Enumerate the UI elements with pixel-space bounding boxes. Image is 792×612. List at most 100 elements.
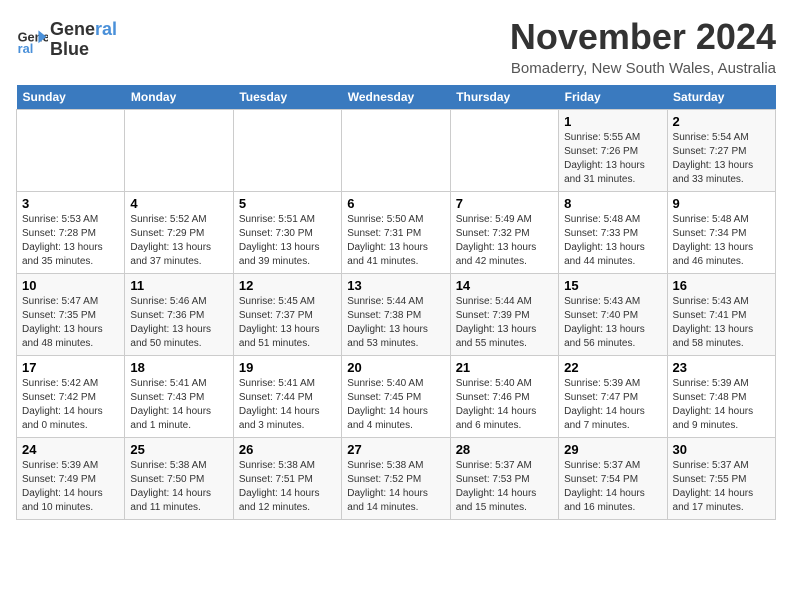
day-info: Sunrise: 5:37 AM Sunset: 7:53 PM Dayligh… xyxy=(456,459,553,515)
day-info: Sunrise: 5:49 AM Sunset: 7:32 PM Dayligh… xyxy=(456,213,553,269)
day-number: 1 xyxy=(564,114,661,129)
day-number: 7 xyxy=(456,196,553,211)
page-header: Gene ral GeneralBlue November 2024 Bomad… xyxy=(16,16,776,77)
day-info: Sunrise: 5:41 AM Sunset: 7:44 PM Dayligh… xyxy=(239,377,336,433)
day-number: 20 xyxy=(347,360,444,375)
day-number: 12 xyxy=(239,278,336,293)
day-number: 14 xyxy=(456,278,553,293)
calendar-cell xyxy=(450,110,558,192)
day-number: 9 xyxy=(673,196,770,211)
day-number: 16 xyxy=(673,278,770,293)
calendar-cell: 13 Sunrise: 5:44 AM Sunset: 7:38 PM Dayli… xyxy=(342,274,450,356)
calendar-cell: 23 Sunrise: 5:39 AM Sunset: 7:48 PM Dayli… xyxy=(667,356,775,438)
calendar-cell: 9 Sunrise: 5:48 AM Sunset: 7:34 PM Daylig… xyxy=(667,192,775,274)
calendar-cell xyxy=(17,110,125,192)
day-number: 23 xyxy=(673,360,770,375)
logo-icon: Gene ral xyxy=(16,24,48,56)
day-info: Sunrise: 5:54 AM Sunset: 7:27 PM Dayligh… xyxy=(673,131,770,187)
day-info: Sunrise: 5:42 AM Sunset: 7:42 PM Dayligh… xyxy=(22,377,119,433)
day-info: Sunrise: 5:39 AM Sunset: 7:48 PM Dayligh… xyxy=(673,377,770,433)
day-number: 24 xyxy=(22,442,119,457)
day-info: Sunrise: 5:44 AM Sunset: 7:38 PM Dayligh… xyxy=(347,295,444,351)
day-info: Sunrise: 5:48 AM Sunset: 7:33 PM Dayligh… xyxy=(564,213,661,269)
day-info: Sunrise: 5:38 AM Sunset: 7:52 PM Dayligh… xyxy=(347,459,444,515)
calendar-cell: 18 Sunrise: 5:41 AM Sunset: 7:43 PM Dayli… xyxy=(125,356,233,438)
calendar-cell: 8 Sunrise: 5:48 AM Sunset: 7:33 PM Daylig… xyxy=(559,192,667,274)
day-number: 3 xyxy=(22,196,119,211)
day-number: 13 xyxy=(347,278,444,293)
calendar-cell: 2 Sunrise: 5:54 AM Sunset: 7:27 PM Daylig… xyxy=(667,110,775,192)
calendar-table: Sunday Monday Tuesday Wednesday Thursday… xyxy=(16,85,776,520)
day-info: Sunrise: 5:43 AM Sunset: 7:40 PM Dayligh… xyxy=(564,295,661,351)
day-info: Sunrise: 5:55 AM Sunset: 7:26 PM Dayligh… xyxy=(564,131,661,187)
day-info: Sunrise: 5:44 AM Sunset: 7:39 PM Dayligh… xyxy=(456,295,553,351)
location: Bomaderry, New South Wales, Australia xyxy=(510,60,776,77)
calendar-body: 1 Sunrise: 5:55 AM Sunset: 7:26 PM Daylig… xyxy=(17,110,776,520)
day-number: 27 xyxy=(347,442,444,457)
calendar-cell: 30 Sunrise: 5:37 AM Sunset: 7:55 PM Dayli… xyxy=(667,438,775,520)
day-info: Sunrise: 5:45 AM Sunset: 7:37 PM Dayligh… xyxy=(239,295,336,351)
day-info: Sunrise: 5:52 AM Sunset: 7:29 PM Dayligh… xyxy=(130,213,227,269)
calendar-cell xyxy=(342,110,450,192)
day-number: 25 xyxy=(130,442,227,457)
day-number: 2 xyxy=(673,114,770,129)
calendar-cell: 17Sunrise: 5:42 AM Sunset: 7:42 PM Dayli… xyxy=(17,356,125,438)
day-info: Sunrise: 5:39 AM Sunset: 7:47 PM Dayligh… xyxy=(564,377,661,433)
day-number: 28 xyxy=(456,442,553,457)
day-info: Sunrise: 5:48 AM Sunset: 7:34 PM Dayligh… xyxy=(673,213,770,269)
day-info: Sunrise: 5:37 AM Sunset: 7:55 PM Dayligh… xyxy=(673,459,770,515)
calendar-cell: 19Sunrise: 5:41 AM Sunset: 7:44 PM Dayli… xyxy=(233,356,341,438)
day-number: 29 xyxy=(564,442,661,457)
day-number: 10 xyxy=(22,278,119,293)
calendar-cell: 14 Sunrise: 5:44 AM Sunset: 7:39 PM Dayli… xyxy=(450,274,558,356)
header-saturday: Saturday xyxy=(667,85,775,110)
day-info: Sunrise: 5:43 AM Sunset: 7:41 PM Dayligh… xyxy=(673,295,770,351)
day-info: Sunrise: 5:51 AM Sunset: 7:30 PM Dayligh… xyxy=(239,213,336,269)
calendar-header: Sunday Monday Tuesday Wednesday Thursday… xyxy=(17,85,776,110)
header-friday: Friday xyxy=(559,85,667,110)
header-tuesday: Tuesday xyxy=(233,85,341,110)
calendar-cell: 7 Sunrise: 5:49 AM Sunset: 7:32 PM Daylig… xyxy=(450,192,558,274)
day-number: 15 xyxy=(564,278,661,293)
day-info: Sunrise: 5:37 AM Sunset: 7:54 PM Dayligh… xyxy=(564,459,661,515)
header-thursday: Thursday xyxy=(450,85,558,110)
day-info: Sunrise: 5:40 AM Sunset: 7:46 PM Dayligh… xyxy=(456,377,553,433)
day-info: Sunrise: 5:46 AM Sunset: 7:36 PM Dayligh… xyxy=(130,295,227,351)
calendar-cell: 12 Sunrise: 5:45 AM Sunset: 7:37 PM Dayli… xyxy=(233,274,341,356)
day-info: Sunrise: 5:47 AM Sunset: 7:35 PM Dayligh… xyxy=(22,295,119,351)
svg-text:ral: ral xyxy=(18,41,34,56)
day-info: Sunrise: 5:41 AM Sunset: 7:43 PM Dayligh… xyxy=(130,377,227,433)
calendar-cell: 10 Sunrise: 5:47 AM Sunset: 7:35 PM Dayli… xyxy=(17,274,125,356)
day-info: Sunrise: 5:38 AM Sunset: 7:50 PM Dayligh… xyxy=(130,459,227,515)
calendar-cell: 11 Sunrise: 5:46 AM Sunset: 7:36 PM Dayli… xyxy=(125,274,233,356)
calendar-cell xyxy=(233,110,341,192)
day-info: Sunrise: 5:40 AM Sunset: 7:45 PM Dayligh… xyxy=(347,377,444,433)
calendar-cell: 21 Sunrise: 5:40 AM Sunset: 7:46 PM Dayli… xyxy=(450,356,558,438)
day-info: Sunrise: 5:39 AM Sunset: 7:49 PM Dayligh… xyxy=(22,459,119,515)
calendar-cell: 24 Sunrise: 5:39 AM Sunset: 7:49 PM Dayli… xyxy=(17,438,125,520)
day-number: 5 xyxy=(239,196,336,211)
calendar-cell: 4 Sunrise: 5:52 AM Sunset: 7:29 PM Daylig… xyxy=(125,192,233,274)
calendar-cell: 22Sunrise: 5:39 AM Sunset: 7:47 PM Dayli… xyxy=(559,356,667,438)
calendar-cell: 6Sunrise: 5:50 AM Sunset: 7:31 PM Daylig… xyxy=(342,192,450,274)
logo-text: GeneralBlue xyxy=(50,20,117,60)
calendar-cell: 16 Sunrise: 5:43 AM Sunset: 7:41 PM Dayli… xyxy=(667,274,775,356)
day-info: Sunrise: 5:50 AM Sunset: 7:31 PM Dayligh… xyxy=(347,213,444,269)
day-info: Sunrise: 5:38 AM Sunset: 7:51 PM Dayligh… xyxy=(239,459,336,515)
day-number: 30 xyxy=(673,442,770,457)
month-title: November 2024 xyxy=(510,16,776,58)
day-number: 11 xyxy=(130,278,227,293)
calendar-cell: 25 Sunrise: 5:38 AM Sunset: 7:50 PM Dayli… xyxy=(125,438,233,520)
calendar-cell: 27 Sunrise: 5:38 AM Sunset: 7:52 PM Dayli… xyxy=(342,438,450,520)
header-wednesday: Wednesday xyxy=(342,85,450,110)
day-number: 21 xyxy=(456,360,553,375)
day-number: 18 xyxy=(130,360,227,375)
day-number: 4 xyxy=(130,196,227,211)
calendar-cell: 26Sunrise: 5:38 AM Sunset: 7:51 PM Dayli… xyxy=(233,438,341,520)
logo: Gene ral GeneralBlue xyxy=(16,20,117,60)
title-block: November 2024 Bomaderry, New South Wales… xyxy=(510,16,776,77)
calendar-cell: 20 Sunrise: 5:40 AM Sunset: 7:45 PM Dayli… xyxy=(342,356,450,438)
day-number: 8 xyxy=(564,196,661,211)
calendar-cell: 29 Sunrise: 5:37 AM Sunset: 7:54 PM Dayli… xyxy=(559,438,667,520)
calendar-cell: 28 Sunrise: 5:37 AM Sunset: 7:53 PM Dayli… xyxy=(450,438,558,520)
